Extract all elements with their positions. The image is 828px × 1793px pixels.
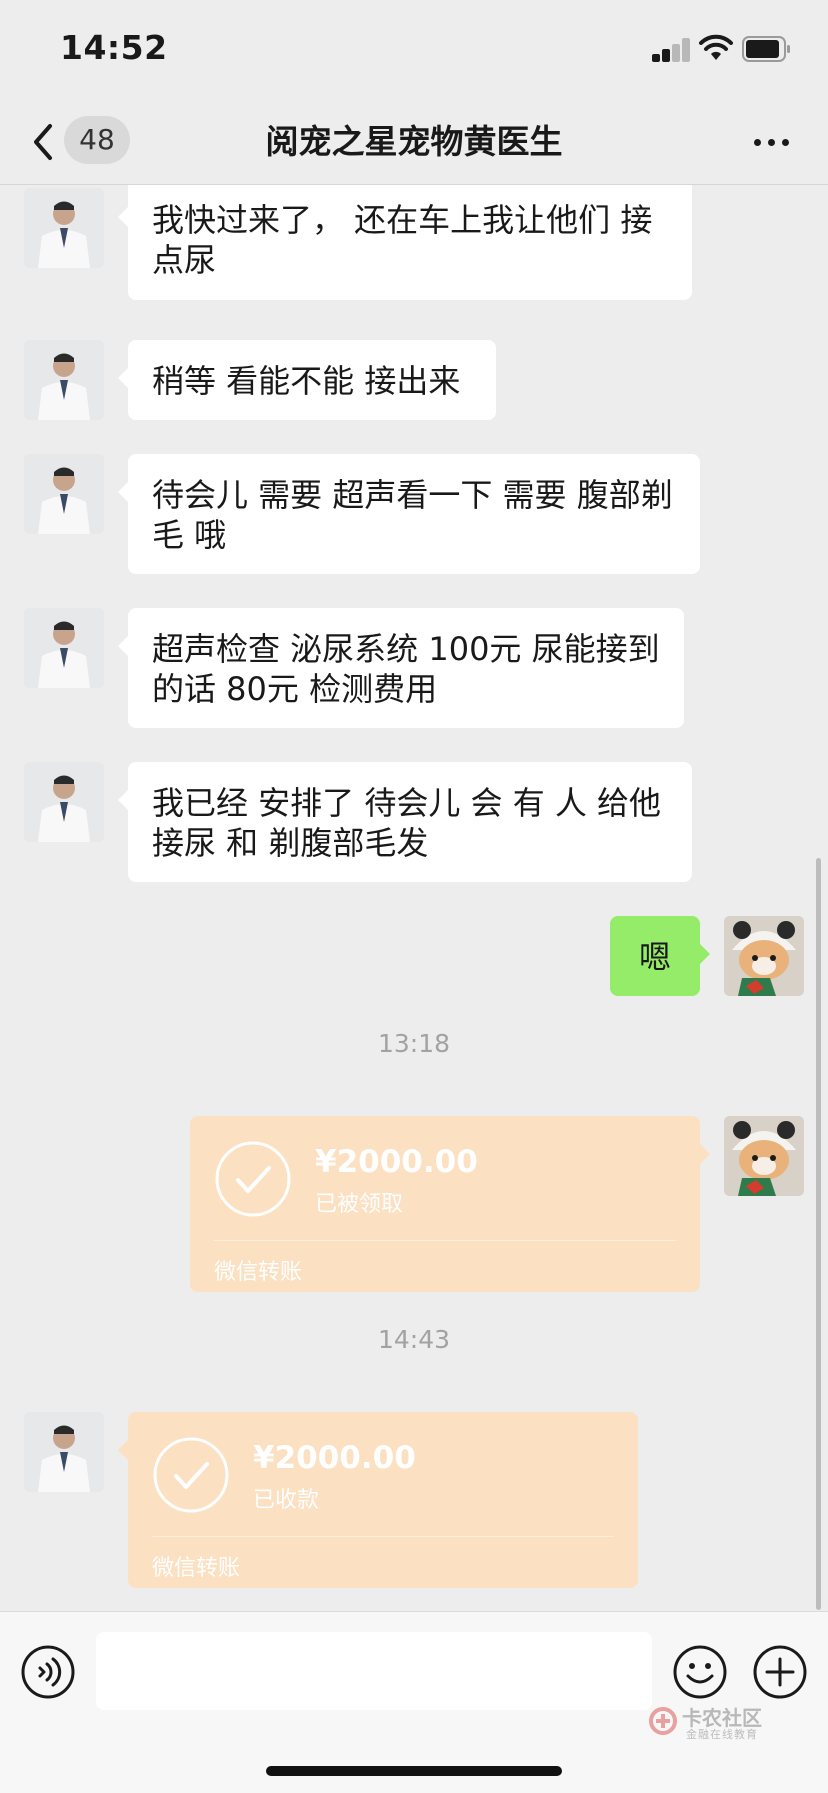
transfer-card[interactable]: ¥2000.00 已收款 微信转账 <box>118 1412 638 1588</box>
status-bar: 14:52 <box>0 0 828 100</box>
back-chevron-icon[interactable] <box>24 114 64 170</box>
transfer-amount: ¥2000.00 <box>315 1144 478 1180</box>
transfer-brand: 微信转账 <box>152 1556 241 1581</box>
message-bubble[interactable]: 待会儿 需要 超声看一下 需要 腹部剃毛 哦 <box>118 454 700 574</box>
message-bubble[interactable]: 我已经 安排了 待会儿 会 有 人 给他接尿 和 剃腹部毛发 <box>118 762 692 882</box>
home-indicator <box>266 1766 562 1776</box>
emoji-icon[interactable] <box>672 1644 728 1700</box>
add-more-icon[interactable] <box>752 1644 808 1700</box>
wifi-icon <box>699 34 733 60</box>
message-input[interactable] <box>96 1632 652 1710</box>
battery-icon <box>742 36 790 62</box>
message-bubble[interactable]: 稍等 看能不能 接出来 <box>118 340 496 420</box>
message-list[interactable]: 我快过来了， 还在车上我让他们 接点尿 稍等 看能不能 接出来 待会儿 需要 超… <box>0 185 828 1611</box>
transfer-check-icon <box>153 1437 229 1513</box>
watermark-subtitle: 金融在线教育 <box>686 1728 758 1741</box>
transfer-card[interactable]: ¥2000.00 已被领取 微信转账 <box>190 1116 710 1292</box>
voice-input-icon[interactable] <box>20 1644 76 1700</box>
doctor-avatar[interactable] <box>24 762 104 842</box>
doctor-avatar[interactable] <box>24 608 104 688</box>
transfer-divider <box>214 1240 676 1241</box>
message-text: 超声检查 泌尿系统 100元 尿能接到的话 80元 检测费用 <box>152 630 660 708</box>
scrollbar[interactable] <box>816 858 821 1610</box>
unread-count-badge[interactable]: 48 <box>64 116 130 164</box>
transfer-amount: ¥2000.00 <box>253 1440 416 1476</box>
message-bubble-sent[interactable]: 嗯 <box>610 916 710 996</box>
doctor-avatar[interactable] <box>24 188 104 268</box>
transfer-status: 已被领取 <box>315 1192 404 1217</box>
watermark-logo: 卡农社区 金融在线教育 <box>648 1702 808 1742</box>
doctor-avatar[interactable] <box>24 454 104 534</box>
transfer-divider <box>152 1536 614 1537</box>
chat-header: 48 阅宠之星宠物黄医生 <box>0 100 828 185</box>
message-text: 我已经 安排了 待会儿 会 有 人 给他接尿 和 剃腹部毛发 <box>152 784 662 862</box>
message-text: 嗯 <box>638 938 671 976</box>
message-bubble[interactable]: 我快过来了， 还在车上我让他们 接点尿 <box>118 185 692 300</box>
message-text: 待会儿 需要 超声看一下 需要 腹部剃毛 哦 <box>152 476 673 554</box>
cellular-signal-icon <box>652 38 692 62</box>
doctor-avatar[interactable] <box>24 1412 104 1492</box>
chat-title: 阅宠之星宠物黄医生 <box>265 122 563 161</box>
message-text: 稍等 看能不能 接出来 <box>152 362 461 400</box>
doctor-avatar[interactable] <box>24 340 104 420</box>
watermark-icon <box>649 1707 677 1735</box>
cat-avatar[interactable] <box>724 1116 804 1196</box>
transfer-check-icon <box>215 1141 291 1217</box>
transfer-status: 已收款 <box>253 1488 320 1513</box>
input-bar: 卡农社区 金融在线教育 <box>0 1611 828 1793</box>
more-options-icon[interactable] <box>748 122 796 162</box>
status-time: 14:52 <box>60 28 168 67</box>
transfer-brand: 微信转账 <box>214 1260 303 1285</box>
message-timestamp: 13:18 <box>377 1029 451 1058</box>
message-text: 我快过来了， 还在车上我让他们 接点尿 <box>152 201 653 279</box>
message-timestamp: 14:43 <box>377 1325 451 1354</box>
message-bubble[interactable]: 超声检查 泌尿系统 100元 尿能接到的话 80元 检测费用 <box>118 608 684 728</box>
cat-avatar[interactable] <box>724 916 804 996</box>
